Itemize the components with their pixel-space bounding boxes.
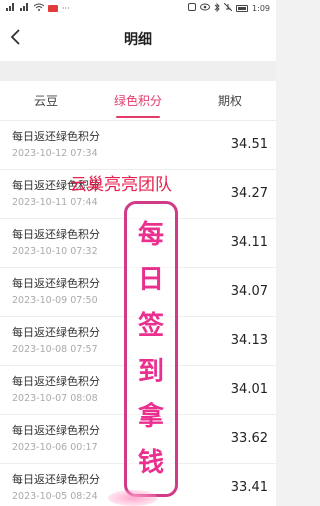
record-title: 每日返还绿色积分	[12, 375, 100, 388]
status-left: ···	[6, 3, 70, 14]
record-date: 2023-10-12 07:34	[12, 148, 98, 159]
record-amount: 34.13	[230, 333, 268, 348]
tab-green-points[interactable]: 绿色积分	[92, 81, 184, 120]
record-title: 每日返还绿色积分	[12, 473, 100, 486]
battery-icon	[236, 5, 249, 12]
record-title: 每日返还绿色积分	[12, 424, 100, 437]
record-amount: 33.62	[230, 431, 268, 446]
record-date: 2023-10-05 08:24	[12, 491, 98, 502]
record-amount: 34.51	[230, 137, 268, 152]
decorative-glow	[108, 490, 158, 506]
chevron-left-icon[interactable]	[8, 27, 26, 47]
nfc-icon	[188, 3, 197, 14]
status-time: 1:09	[252, 3, 270, 13]
signal-icon	[6, 3, 16, 14]
record-amount: 33.41	[230, 480, 268, 495]
tab-bar: 云豆 绿色积分 期权	[0, 81, 276, 121]
watermark-char: 到	[137, 356, 164, 387]
record-title: 每日返还绿色积分	[12, 326, 100, 339]
record-amount: 34.07	[230, 284, 268, 299]
page-title: 明细	[124, 32, 152, 48]
record-date: 2023-10-10 07:32	[12, 246, 98, 257]
record-date: 2023-10-11 07:44	[12, 197, 98, 208]
header: 明细	[0, 17, 276, 61]
watermark-char: 每	[137, 219, 164, 250]
watermark-slogan-box: 每 日 签 到 拿 钱	[124, 201, 178, 497]
record-amount: 34.27	[230, 186, 268, 201]
bluetooth-icon	[214, 2, 220, 15]
screen: ··· 1:09 明细 云豆 绿色积分 期权 每日返还绿色积分 2023-10-…	[0, 0, 276, 506]
record-date: 2023-10-08 07:57	[12, 344, 98, 355]
record-date: 2023-10-09 07:50	[12, 295, 98, 306]
watermark-char: 钱	[137, 448, 164, 479]
notification-badge-icon	[48, 5, 58, 12]
status-right: 1:09	[188, 2, 270, 15]
record-amount: 34.01	[230, 382, 268, 397]
mute-icon	[223, 2, 233, 14]
watermark-team-text: 云巢亮亮团队	[70, 175, 172, 195]
record-title: 每日返还绿色积分	[12, 277, 100, 290]
status-bar: ··· 1:09	[0, 0, 276, 17]
watermark-char: 拿	[137, 402, 164, 433]
eye-icon	[200, 3, 211, 14]
wifi-icon	[33, 3, 45, 14]
divider	[0, 61, 276, 81]
watermark-char: 日	[137, 265, 164, 296]
more-dots-icon: ···	[62, 3, 70, 13]
record-date: 2023-10-07 08:08	[12, 393, 98, 404]
record-amount: 34.11	[230, 235, 268, 250]
watermark-char: 签	[137, 311, 164, 342]
tab-yundou[interactable]: 云豆	[0, 81, 92, 120]
signal-icon-2	[20, 3, 30, 14]
list-item[interactable]: 每日返还绿色积分 2023-10-12 07:34 34.51	[0, 121, 276, 170]
record-date: 2023-10-06 00:17	[12, 442, 98, 453]
tab-options[interactable]: 期权	[184, 81, 276, 120]
record-title: 每日返还绿色积分	[12, 130, 100, 143]
record-title: 每日返还绿色积分	[12, 228, 100, 241]
